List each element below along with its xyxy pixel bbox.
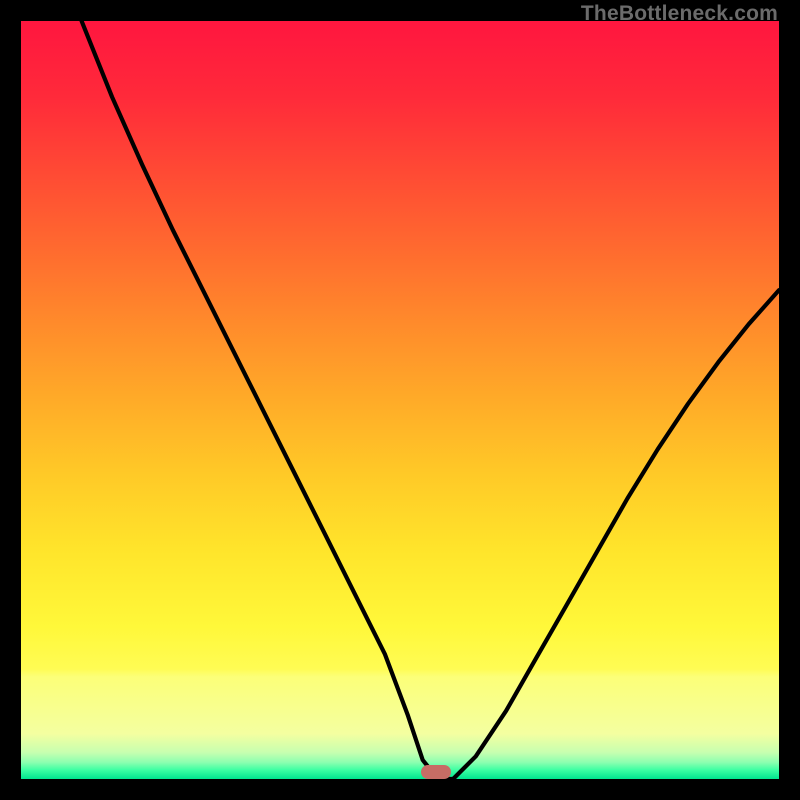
chart-frame xyxy=(21,21,779,779)
optimal-marker xyxy=(421,765,451,779)
bottleneck-curve xyxy=(21,21,779,779)
curve-path xyxy=(82,21,779,779)
